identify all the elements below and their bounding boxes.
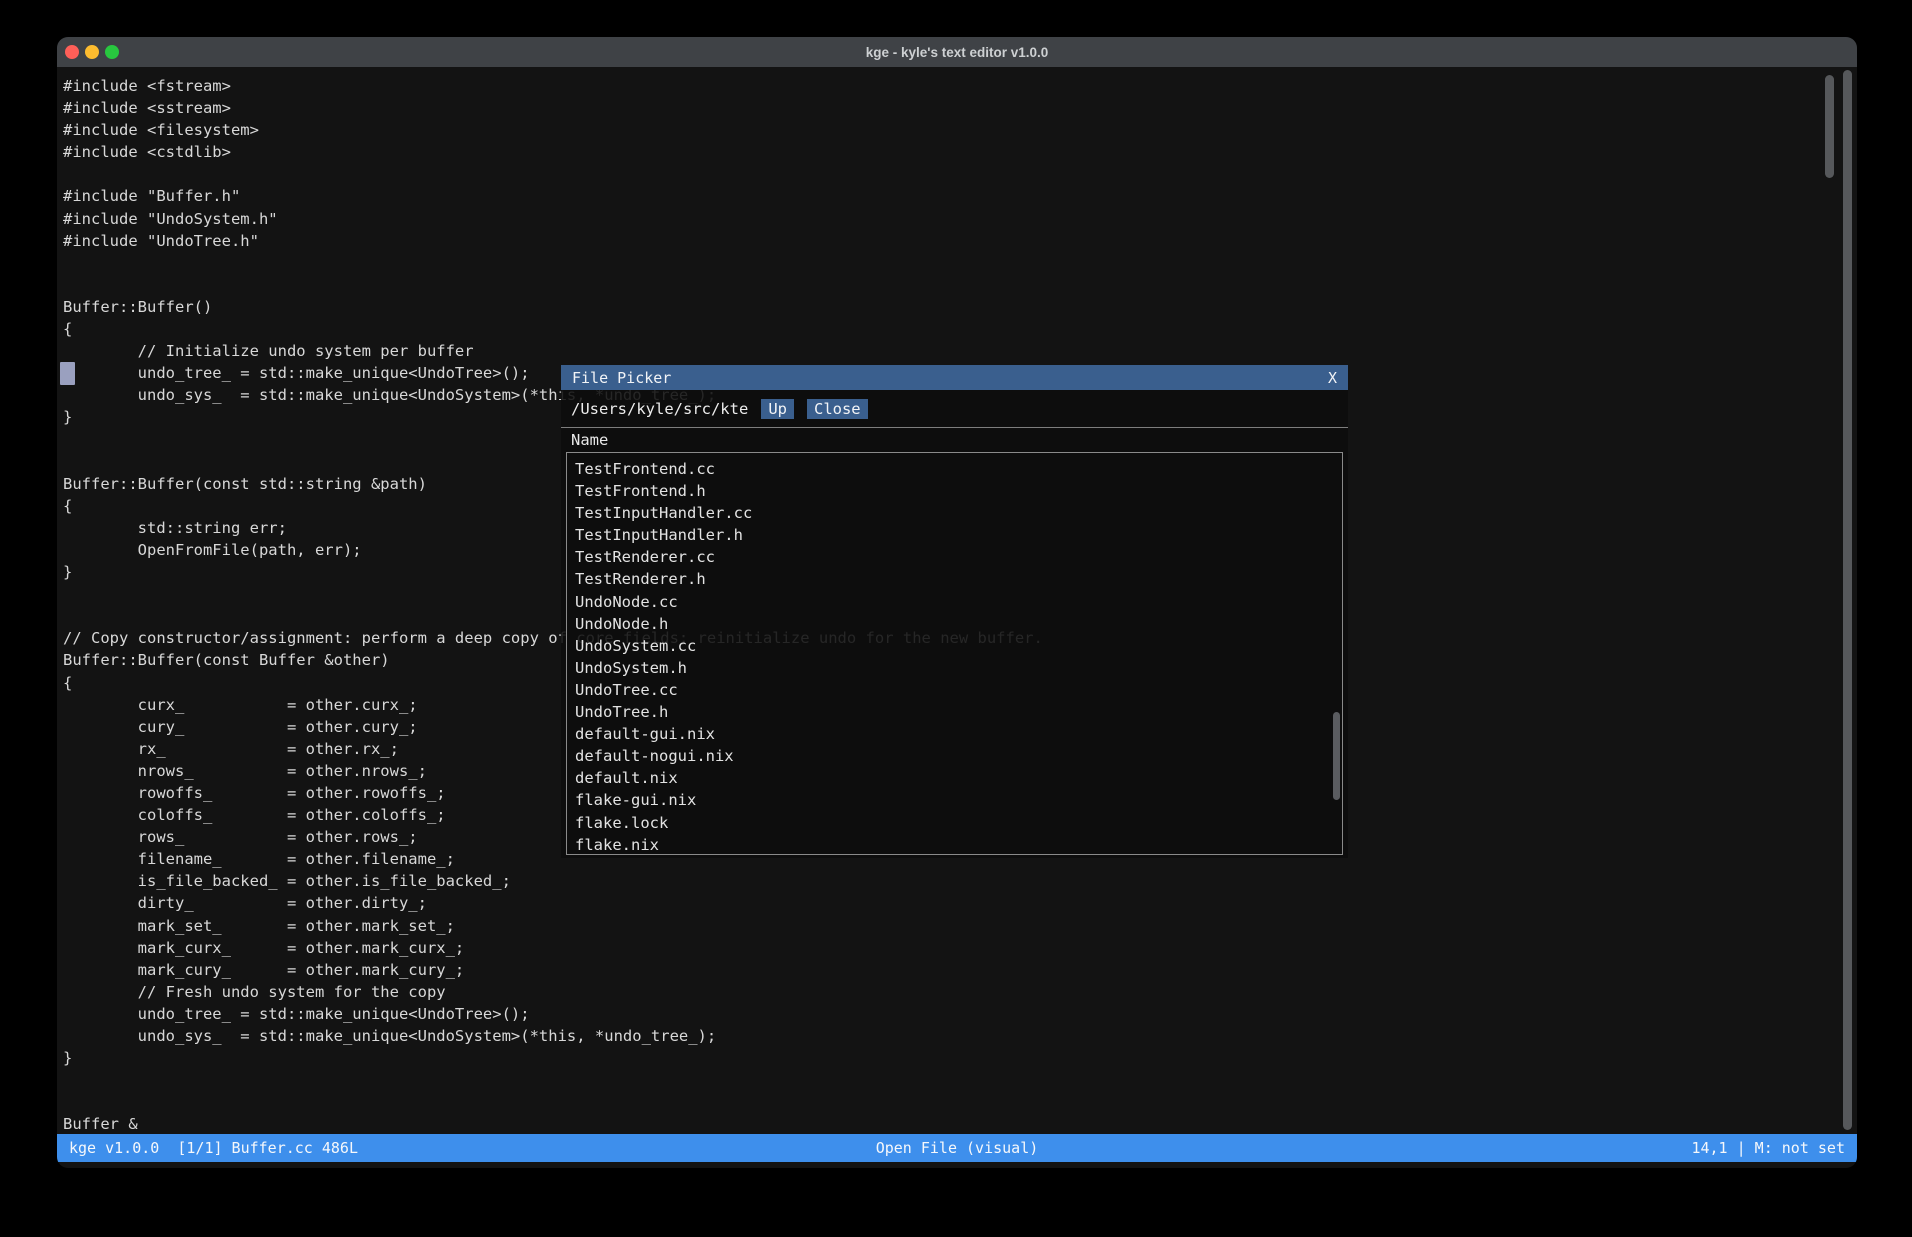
window-titlebar[interactable]: kge - kyle's text editor v1.0.0 bbox=[57, 37, 1857, 67]
file-list-item[interactable]: TestRenderer.cc bbox=[575, 546, 1342, 568]
code-line: // Fresh undo system for the copy bbox=[63, 981, 1857, 1003]
code-line bbox=[63, 1069, 1857, 1091]
file-list-item[interactable]: UndoSystem.cc bbox=[575, 635, 1342, 657]
status-cursor-position: 14,1 | M: not set bbox=[1253, 1139, 1845, 1157]
editor-window: kge - kyle's text editor v1.0.0 #include… bbox=[57, 37, 1857, 1168]
code-line: #include <cstdlib> bbox=[63, 141, 1857, 163]
minimize-window-button[interactable] bbox=[85, 45, 99, 59]
code-line bbox=[63, 1091, 1857, 1113]
close-icon[interactable]: X bbox=[1328, 369, 1337, 387]
file-picker-path-row: /Users/kyle/src/kte Up Close bbox=[561, 390, 1348, 427]
code-line: #include "Buffer.h" bbox=[63, 185, 1857, 207]
status-file-info: kge v1.0.0 [1/1] Buffer.cc 486L bbox=[69, 1139, 661, 1157]
file-list-item[interactable]: TestFrontend.cc bbox=[575, 458, 1342, 480]
file-picker-titlebar[interactable]: File Picker X bbox=[561, 365, 1348, 390]
up-button[interactable]: Up bbox=[761, 399, 794, 419]
code-line: } bbox=[63, 1047, 1857, 1069]
text-cursor bbox=[60, 362, 75, 385]
file-list[interactable]: TestFrontend.ccTestFrontend.hTestInputHa… bbox=[566, 452, 1343, 855]
file-picker-title: File Picker bbox=[572, 369, 671, 387]
editor-scrollbar-thumb[interactable] bbox=[1825, 75, 1834, 178]
file-list-item[interactable]: UndoNode.cc bbox=[575, 591, 1342, 613]
code-line: is_file_backed_ = other.is_file_backed_; bbox=[63, 870, 1857, 892]
code-line bbox=[63, 252, 1857, 274]
zoom-window-button[interactable] bbox=[105, 45, 119, 59]
close-button[interactable]: Close bbox=[807, 399, 868, 419]
code-line bbox=[63, 274, 1857, 296]
editor-scrollbar-track[interactable] bbox=[1843, 70, 1852, 1130]
file-list-item[interactable]: TestInputHandler.cc bbox=[575, 502, 1342, 524]
current-path: /Users/kyle/src/kte bbox=[571, 400, 748, 418]
code-line: // Initialize undo system per buffer bbox=[63, 340, 1857, 362]
file-list-item[interactable]: UndoTree.h bbox=[575, 701, 1342, 723]
status-bar: kge v1.0.0 [1/1] Buffer.cc 486L Open Fil… bbox=[57, 1134, 1857, 1162]
file-list-item[interactable]: UndoTree.cc bbox=[575, 679, 1342, 701]
file-list-item[interactable]: default.nix bbox=[575, 767, 1342, 789]
code-line: mark_curx_ = other.mark_curx_; bbox=[63, 937, 1857, 959]
code-line bbox=[63, 163, 1857, 185]
file-list-item[interactable]: default-gui.nix bbox=[575, 723, 1342, 745]
file-list-item[interactable]: TestFrontend.h bbox=[575, 480, 1342, 502]
code-line: #include <fstream> bbox=[63, 75, 1857, 97]
file-list-item[interactable]: UndoSystem.h bbox=[575, 657, 1342, 679]
code-line: #include <filesystem> bbox=[63, 119, 1857, 141]
code-line: mark_set_ = other.mark_set_; bbox=[63, 915, 1857, 937]
file-list-item[interactable]: default-nogui.nix bbox=[575, 745, 1342, 767]
code-line: Buffer & bbox=[63, 1113, 1857, 1134]
code-line: mark_cury_ = other.mark_cury_; bbox=[63, 959, 1857, 981]
code-line: #include "UndoSystem.h" bbox=[63, 208, 1857, 230]
close-window-button[interactable] bbox=[65, 45, 79, 59]
code-line: undo_sys_ = std::make_unique<UndoSystem>… bbox=[63, 1025, 1857, 1047]
code-line: { bbox=[63, 318, 1857, 340]
code-line: #include <sstream> bbox=[63, 97, 1857, 119]
file-list-item[interactable]: TestRenderer.h bbox=[575, 568, 1342, 590]
code-line: Buffer::Buffer() bbox=[63, 296, 1857, 318]
code-line: dirty_ = other.dirty_; bbox=[63, 892, 1857, 914]
file-list-scrollbar-thumb[interactable] bbox=[1333, 712, 1340, 800]
file-list-item[interactable]: TestInputHandler.h bbox=[575, 524, 1342, 546]
file-list-item[interactable]: flake.lock bbox=[575, 812, 1342, 834]
file-list-item[interactable]: UndoNode.h bbox=[575, 613, 1342, 635]
window-title: kge - kyle's text editor v1.0.0 bbox=[866, 45, 1049, 60]
file-list-item[interactable]: flake.nix bbox=[575, 834, 1342, 855]
code-line: #include "UndoTree.h" bbox=[63, 230, 1857, 252]
file-list-item[interactable]: flake-gui.nix bbox=[575, 789, 1342, 811]
name-column-header: Name bbox=[561, 428, 1348, 452]
code-line: undo_tree_ = std::make_unique<UndoTree>(… bbox=[63, 1003, 1857, 1025]
status-mode: Open File (visual) bbox=[661, 1139, 1253, 1157]
file-picker-dialog: File Picker X /Users/kyle/src/kte Up Clo… bbox=[561, 365, 1348, 858]
